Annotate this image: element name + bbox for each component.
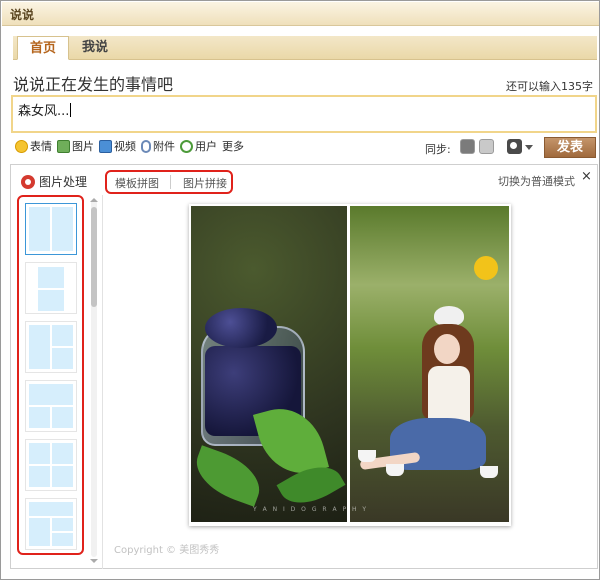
template-list xyxy=(17,195,84,555)
more-button[interactable]: 更多 xyxy=(222,138,244,154)
template-cell xyxy=(29,325,50,369)
template-two-rows[interactable] xyxy=(25,262,77,314)
attachment-button[interactable]: 附件 xyxy=(141,138,175,154)
template-cell xyxy=(29,518,50,546)
sync-label: 同步: xyxy=(425,143,451,156)
teacup-shape xyxy=(358,450,376,462)
photo-girl-forest xyxy=(350,206,509,522)
template-cell xyxy=(52,533,73,546)
window-frame: 说说 首页 我说 说说正在发生的事情吧 还可以输入135字 森女风... 表情 … xyxy=(0,0,600,580)
video-button[interactable]: 视频 xyxy=(99,138,136,154)
template-three-split-alt[interactable] xyxy=(25,380,77,432)
template-cell xyxy=(52,407,73,428)
tab-mine[interactable]: 我说 xyxy=(75,36,115,60)
photo-blueberry-jar xyxy=(191,206,347,522)
template-cell xyxy=(38,290,64,311)
chevron-down-icon[interactable] xyxy=(525,145,533,150)
compose-text-value: 森女风... xyxy=(18,104,70,119)
mention-user-button[interactable]: 用户 xyxy=(180,138,217,154)
template-cell xyxy=(52,466,73,487)
video-icon xyxy=(99,139,112,153)
template-cell xyxy=(52,325,73,346)
template-cell xyxy=(29,384,73,405)
teacup-shape xyxy=(386,464,404,476)
template-cell xyxy=(52,348,73,369)
berries-top-shape xyxy=(205,308,277,348)
at-icon xyxy=(180,139,193,153)
template-cell xyxy=(29,466,50,487)
template-cell xyxy=(52,518,73,531)
window-title: 说说 xyxy=(10,8,35,22)
emoji-button[interactable]: 表情 xyxy=(15,138,52,154)
copyright-text: Copyright © 美图秀秀 xyxy=(114,545,220,556)
girl-face-shape xyxy=(434,334,460,364)
compose-heading: 说说正在发生的事情吧 xyxy=(13,75,174,94)
template-cell xyxy=(29,407,50,428)
video-label: 视频 xyxy=(114,140,136,153)
mode-divider xyxy=(170,175,171,189)
meitu-logo-icon xyxy=(21,174,35,189)
panel-title: 图片处理 xyxy=(21,173,87,190)
template-scroll-thumb[interactable] xyxy=(91,207,97,307)
template-three-split[interactable] xyxy=(25,321,77,373)
window-header: 说说 xyxy=(2,2,599,26)
compose-text: 森女风... xyxy=(18,100,72,119)
teapot-shape xyxy=(434,306,464,326)
girl-top-shape xyxy=(428,366,470,426)
tab-bar: 首页 我说 xyxy=(13,36,597,60)
image-button[interactable]: 图片 xyxy=(57,138,94,154)
paperclip-icon xyxy=(141,139,151,153)
template-cell xyxy=(38,267,64,288)
template-cell xyxy=(29,207,50,251)
template-cell xyxy=(29,443,50,464)
close-icon[interactable]: × xyxy=(581,169,592,184)
publish-button[interactable]: 发表 xyxy=(544,137,596,158)
sync-friends-icon[interactable] xyxy=(479,139,494,154)
switch-normal-mode-link[interactable]: 切换为普通模式 xyxy=(498,173,575,189)
template-cell xyxy=(52,207,73,251)
tab-template-collage[interactable]: 模板拼图 xyxy=(115,175,159,191)
panel-title-label: 图片处理 xyxy=(39,175,88,189)
collage-preview: Y A N I D O G R A P H Y xyxy=(189,204,511,526)
image-label: 图片 xyxy=(72,140,94,153)
mention-user-label: 用户 xyxy=(195,140,217,153)
attachment-label: 附件 xyxy=(153,140,175,153)
emoji-icon xyxy=(15,139,28,153)
more-label: 更多 xyxy=(222,140,244,153)
tab-home[interactable]: 首页 xyxy=(17,36,69,60)
image-processing-panel: 图片处理 模板拼图 图片拼接 切换为普通模式 × Y A N I D O G R… xyxy=(10,164,598,569)
template-cell xyxy=(52,443,73,464)
compose-toolbar: 表情 图片 视频 附件 用户 更多 xyxy=(15,137,249,155)
template-two-columns[interactable] xyxy=(25,203,77,255)
scroll-down-icon[interactable] xyxy=(90,559,98,563)
template-four-mixed[interactable] xyxy=(25,498,77,550)
mode-tabs: 模板拼图 图片拼接 xyxy=(105,170,233,194)
emoji-label: 表情 xyxy=(30,140,52,153)
char-count: 还可以输入135字 xyxy=(506,80,593,93)
teacup-shape xyxy=(480,466,498,478)
sidebar-divider xyxy=(102,195,103,569)
template-cell xyxy=(29,502,73,516)
sync-account-icon[interactable] xyxy=(460,139,475,154)
image-icon xyxy=(57,139,70,153)
compose-textarea[interactable]: 森女风... xyxy=(11,95,597,133)
flower-shape xyxy=(474,256,498,280)
template-four-grid[interactable] xyxy=(25,439,77,491)
tab-image-stitch[interactable]: 图片拼接 xyxy=(183,175,227,191)
clock-icon[interactable] xyxy=(507,139,522,154)
photo-watermark: Y A N I D O G R A P H Y xyxy=(253,506,369,513)
text-caret xyxy=(70,103,72,117)
leaf-shape xyxy=(191,445,268,507)
scroll-up-icon[interactable] xyxy=(90,198,98,202)
